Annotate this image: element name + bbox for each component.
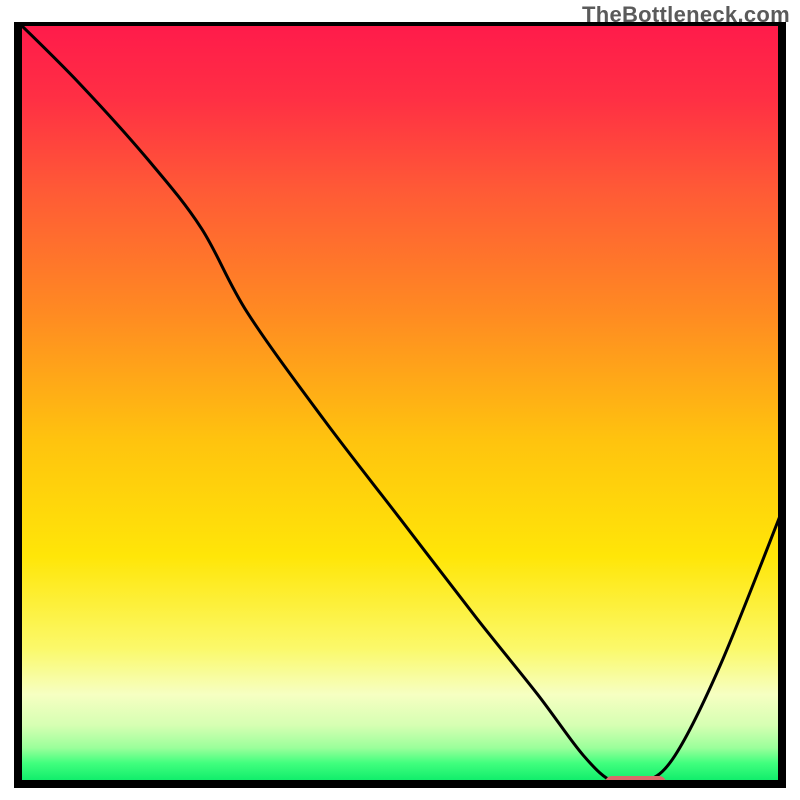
chart-frame: [14, 22, 786, 788]
bottleneck-curve: [18, 22, 782, 786]
optimal-range-marker: [605, 776, 667, 788]
